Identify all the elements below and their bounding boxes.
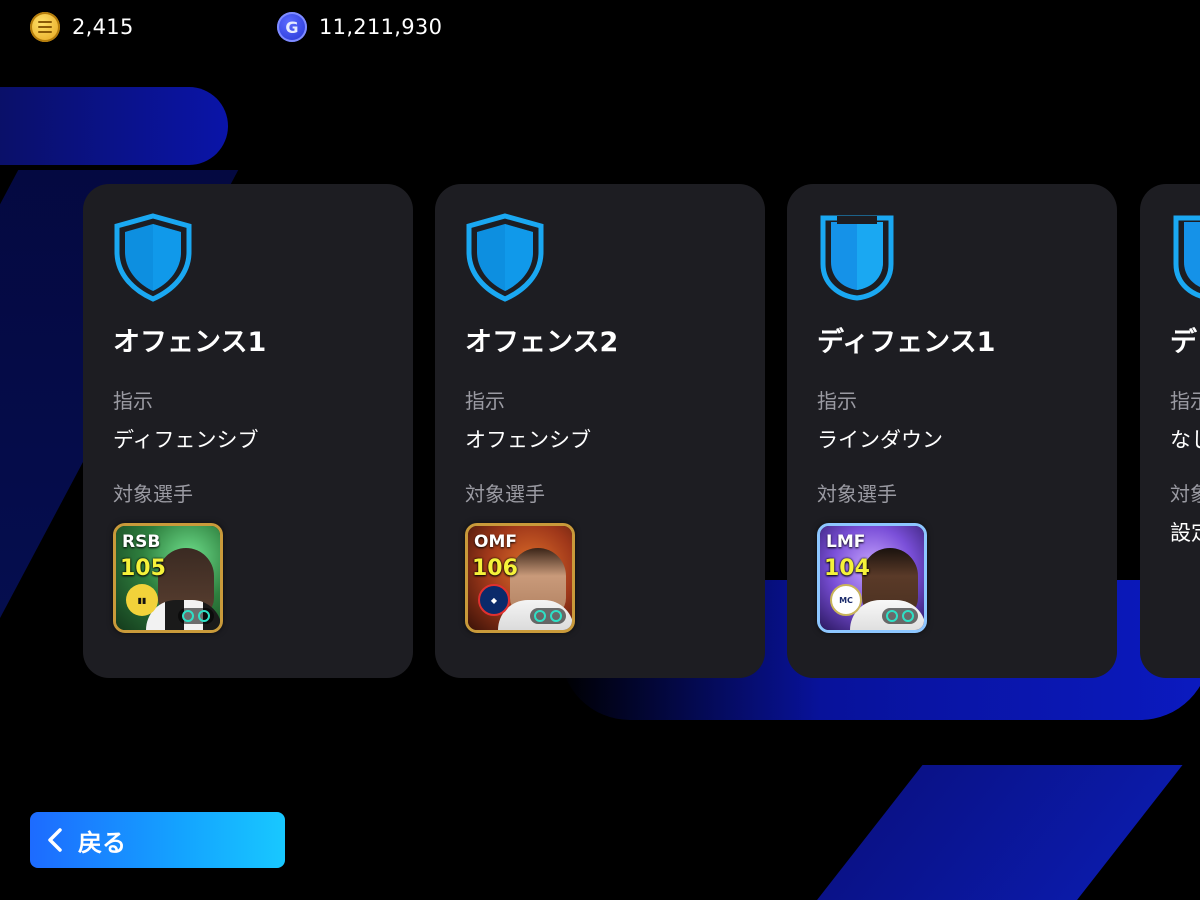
- instruction-value: ラインダウン: [817, 428, 943, 452]
- player-card[interactable]: MC LMF 104: [817, 523, 927, 633]
- instruction-label: 指示: [817, 389, 857, 413]
- back-button-label: 戻る: [78, 828, 126, 857]
- bg-header-pill: [0, 87, 228, 165]
- card-title: デ: [1170, 327, 1197, 358]
- target-players-label: 対象選手: [113, 482, 193, 506]
- ecoin-icon: [30, 12, 60, 42]
- target-players-label: 対象選手: [1170, 482, 1200, 506]
- player-card[interactable]: ▮▮ RSB 105: [113, 523, 223, 633]
- card-title: ディフェンス1: [817, 327, 996, 358]
- shield-outline-icon: [114, 213, 192, 302]
- screen: 2,415 G 11,211,930 オフェンス1 指示 ディフェンシブ 対象選…: [0, 0, 1200, 900]
- back-button[interactable]: 戻る: [30, 812, 285, 868]
- player-rating: 105: [120, 556, 166, 581]
- skill-badges: [178, 608, 214, 624]
- instruction-card-offense-1[interactable]: オフェンス1 指示 ディフェンシブ 対象選手 ▮▮ RSB 105: [83, 184, 413, 678]
- gp-icon: G: [277, 12, 307, 42]
- coins-display: 2,415: [30, 12, 134, 42]
- target-players-label: 対象選手: [465, 482, 545, 506]
- skill-badges: [530, 608, 566, 624]
- gp-amount: 11,211,930: [319, 15, 443, 39]
- chevron-left-icon: [48, 828, 62, 852]
- bg-bottom-stripe: [797, 765, 1183, 900]
- instruction-card-defense-2[interactable]: デ 指示 なし 対象選手 設定: [1140, 184, 1200, 678]
- shield-outline-icon: [466, 213, 544, 302]
- target-players-label: 対象選手: [817, 482, 897, 506]
- player-position: OMF: [474, 532, 517, 552]
- club-crest-icon: ▮▮: [126, 584, 158, 616]
- instruction-label: 指示: [113, 389, 153, 413]
- player-position: RSB: [122, 532, 161, 552]
- gp-display: G 11,211,930: [277, 12, 442, 42]
- club-crest-icon: MC: [830, 584, 862, 616]
- player-position: LMF: [826, 532, 866, 552]
- instruction-label: 指示: [465, 389, 505, 413]
- card-title: オフェンス2: [465, 327, 619, 358]
- target-value: 設定: [1170, 521, 1200, 545]
- instruction-value: なし: [1170, 428, 1200, 452]
- instruction-card-offense-2[interactable]: オフェンス2 指示 オフェンシブ 対象選手 ◆ OMF 106: [435, 184, 765, 678]
- instruction-label: 指示: [1170, 389, 1200, 413]
- card-title: オフェンス1: [113, 327, 267, 358]
- club-crest-icon: ◆: [478, 584, 510, 616]
- player-card[interactable]: ◆ OMF 106: [465, 523, 575, 633]
- coins-amount: 2,415: [72, 15, 134, 39]
- skill-badges: [882, 608, 918, 624]
- instruction-value: オフェンシブ: [465, 428, 591, 452]
- instruction-value: ディフェンシブ: [113, 428, 259, 452]
- player-rating: 106: [472, 556, 518, 581]
- player-rating: 104: [824, 556, 870, 581]
- shield-solid-icon: [820, 215, 894, 301]
- shield-solid-icon: [1173, 215, 1200, 299]
- instruction-card-defense-1[interactable]: ディフェンス1 指示 ラインダウン 対象選手 MC LMF 104: [787, 184, 1117, 678]
